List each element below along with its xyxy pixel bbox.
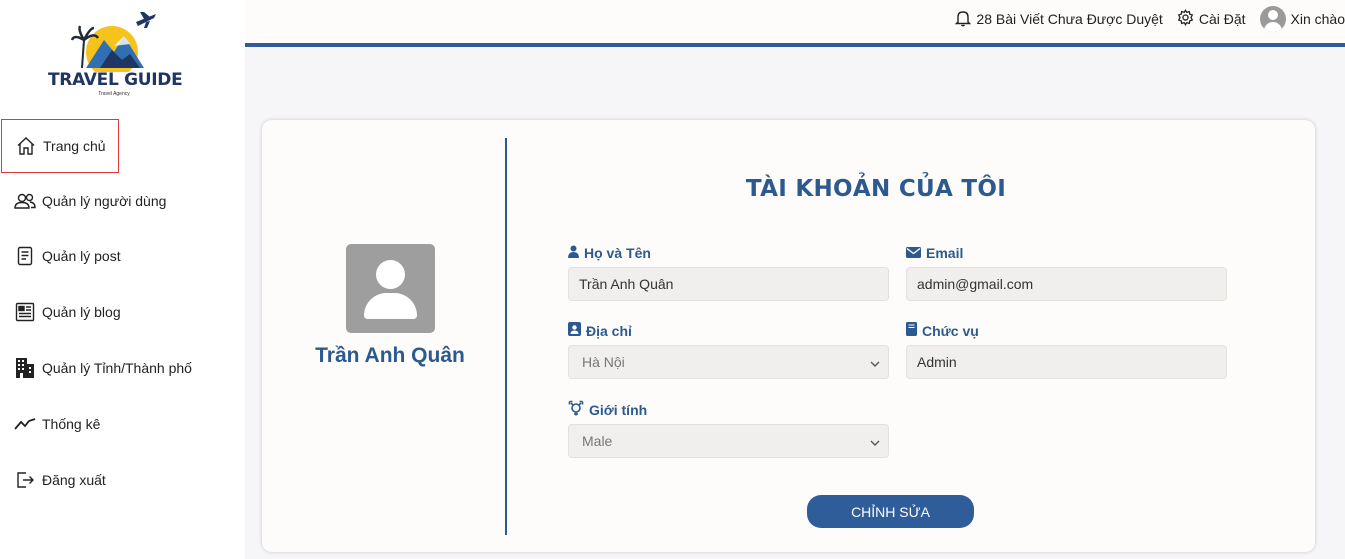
notifications-button[interactable]: 28 Bài Viết Chưa Được Duyệt xyxy=(955,9,1163,30)
gear-icon xyxy=(1177,9,1194,29)
role-label-text: Chức vụ xyxy=(922,322,979,339)
sidebar-item-label: Quản lý blog xyxy=(42,304,121,320)
address-card-icon xyxy=(568,322,581,339)
logo[interactable]: TRAVEL GUIDE Travel Agency xyxy=(48,10,183,102)
logout-icon xyxy=(14,469,36,491)
sidebar: TRAVEL GUIDE Travel Agency Trang chủ Quả… xyxy=(0,0,245,559)
sidebar-item-label: Quản lý post xyxy=(42,248,121,264)
sidebar-item-stats[interactable]: Thống kê xyxy=(1,397,231,451)
gender-select[interactable]: Male xyxy=(568,424,889,458)
notifications-label: 28 Bài Viết Chưa Được Duyệt xyxy=(976,11,1163,27)
book-icon xyxy=(906,322,917,339)
profile-avatar[interactable] xyxy=(346,244,435,333)
gender-label-text: Giới tính xyxy=(589,401,648,418)
greeting-label: Xin chào xyxy=(1290,11,1345,27)
sidebar-item-label: Thống kê xyxy=(42,416,101,432)
card-divider xyxy=(505,138,507,535)
user-avatar-icon xyxy=(1259,6,1286,32)
logo-subtitle: Travel Agency xyxy=(98,91,130,97)
email-value: admin@gmail.com xyxy=(917,276,1034,292)
sidebar-item-provinces[interactable]: Quản lý Tỉnh/Thành phố xyxy=(1,341,231,395)
profile-card: Trần Anh Quân TÀI KHOẢN CỦA TÔI Họ và Tê… xyxy=(262,120,1315,552)
role-value: Admin xyxy=(917,354,957,370)
topbar-actions: 28 Bài Viết Chưa Được Duyệt Cài Đặt Xin … xyxy=(955,6,1345,32)
chevron-down-icon xyxy=(870,433,880,449)
address-value: Hà Nội xyxy=(582,354,625,370)
user-icon xyxy=(568,245,579,261)
email-label: Email xyxy=(906,245,963,261)
sidebar-item-label: Quản lý người dùng xyxy=(42,193,167,209)
sidebar-item-label: Đăng xuất xyxy=(42,472,106,488)
sidebar-item-label: Quản lý Tỉnh/Thành phố xyxy=(42,360,192,376)
sidebar-item-label: Trang chủ xyxy=(43,138,106,154)
avatar-head xyxy=(376,260,405,289)
sidebar-item-blog[interactable]: Quản lý blog xyxy=(1,285,231,339)
bell-icon xyxy=(955,9,972,30)
address-label: Địa chỉ xyxy=(568,322,632,339)
settings-button[interactable]: Cài Đặt xyxy=(1177,9,1246,29)
document-icon xyxy=(14,245,36,267)
gender-value: Male xyxy=(582,433,613,449)
envelope-icon xyxy=(906,245,921,261)
address-label-text: Địa chỉ xyxy=(586,322,632,339)
chart-line-icon xyxy=(14,413,36,435)
profile-name: Trần Anh Quân xyxy=(315,344,465,367)
page-title: TÀI KHOẢN CỦA TÔI xyxy=(745,176,1007,202)
fullname-value: Trần Anh Quân xyxy=(579,276,674,292)
home-icon xyxy=(15,135,37,157)
sidebar-item-users[interactable]: Quản lý người dùng xyxy=(1,174,231,228)
logo-title: TRAVEL GUIDE xyxy=(48,70,183,90)
sidebar-item-logout[interactable]: Đăng xuất xyxy=(1,453,231,507)
email-label-text: Email xyxy=(926,245,964,261)
topbar-divider xyxy=(245,43,1345,47)
sidebar-item-posts[interactable]: Quản lý post xyxy=(1,229,231,283)
email-field[interactable]: admin@gmail.com xyxy=(906,267,1227,301)
role-label: Chức vụ xyxy=(906,322,979,339)
fullname-field[interactable]: Trần Anh Quân xyxy=(568,267,889,301)
settings-label: Cài Đặt xyxy=(1198,11,1246,27)
logo-graphic xyxy=(70,12,156,72)
chevron-down-icon xyxy=(870,354,880,370)
fullname-label-text: Họ và Tên xyxy=(584,245,651,261)
user-menu[interactable]: Xin chào xyxy=(1259,6,1345,32)
address-select[interactable]: Hà Nội xyxy=(568,345,889,379)
users-icon xyxy=(14,190,36,212)
gender-label: Giới tính xyxy=(568,400,647,419)
newspaper-icon xyxy=(14,301,36,323)
sidebar-item-home[interactable]: Trang chủ xyxy=(1,119,119,173)
fullname-label: Họ và Tên xyxy=(568,245,651,261)
avatar-body xyxy=(364,293,417,319)
edit-button[interactable]: CHỈNH SỬA xyxy=(807,495,974,528)
gender-icon xyxy=(568,400,584,419)
role-field[interactable]: Admin xyxy=(906,345,1227,379)
buildings-icon xyxy=(14,357,36,379)
